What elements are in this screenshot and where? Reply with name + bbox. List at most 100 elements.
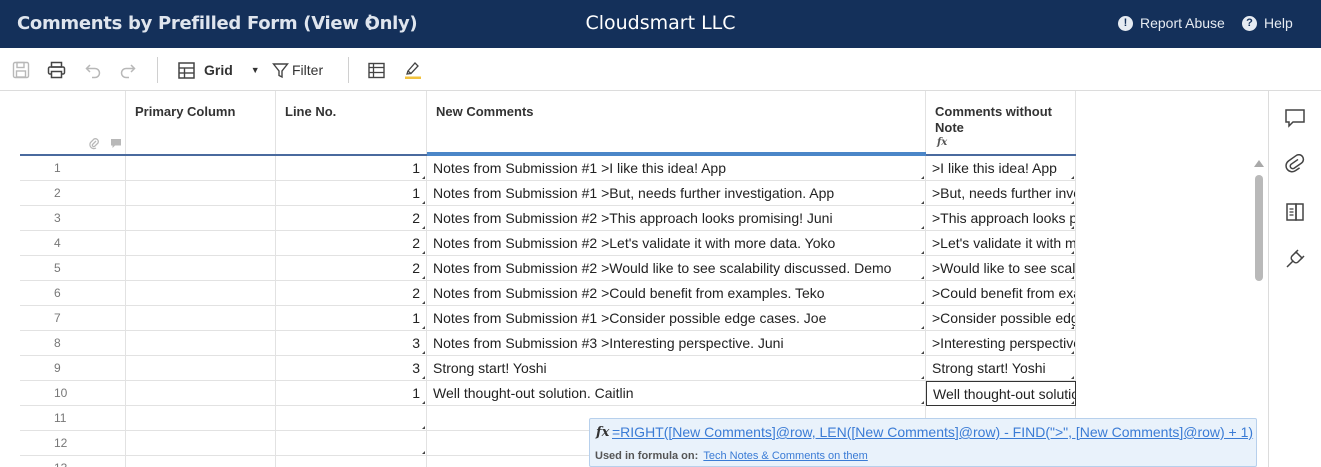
filter-button[interactable]: Filter: [272, 60, 323, 80]
cell-line-no[interactable]: 2: [276, 256, 427, 281]
cell-comments-without-note-text: >I like this idea! App: [932, 160, 1057, 176]
cell-comments-without-note[interactable]: >Consider possible edge cases. Joe: [926, 306, 1076, 331]
cell-comments-without-note[interactable]: Strong start! Yoshi: [926, 356, 1076, 381]
cell-new-comments[interactable]: Strong start! Yoshi: [427, 356, 926, 381]
cell-new-comments[interactable]: Notes from Submission #1 >I like this id…: [427, 156, 926, 181]
cell-primary[interactable]: [126, 381, 276, 406]
table-row[interactable]: 7 1 Notes from Submission #1 >Consider pos…: [0, 306, 1076, 331]
cell-line-no[interactable]: 2: [276, 231, 427, 256]
highlight-changes-button[interactable]: [404, 60, 422, 80]
report-abuse-link[interactable]: ! Report Abuse: [1118, 15, 1225, 31]
table-row[interactable]: 6 2 Notes from Submission #2 >Could benefi…: [0, 281, 1076, 306]
cell-new-comments[interactable]: Notes from Submission #2 >Could benefit …: [427, 281, 926, 306]
redo-button[interactable]: [119, 60, 137, 80]
save-button[interactable]: [12, 60, 30, 80]
cell-new-comments-text: Well thought-out solution. Caitlin: [433, 385, 634, 401]
row-number: 11: [20, 406, 126, 431]
table-row[interactable]: 2 1 Notes from Submission #1 >But, needs f…: [0, 181, 1076, 206]
cell-line-no[interactable]: 3: [276, 331, 427, 356]
cell-line-no[interactable]: 1: [276, 306, 427, 331]
cell-primary[interactable]: [126, 181, 276, 206]
cell-comments-without-note[interactable]: >Would like to see scalability discussed…: [926, 256, 1076, 281]
cell-primary[interactable]: [126, 231, 276, 256]
used-in-sheet-link[interactable]: Tech Notes & Comments on them: [703, 450, 867, 462]
cell-primary[interactable]: [126, 306, 276, 331]
cell-comments-without-note[interactable]: Well thought-out solution. Caitlin: [926, 381, 1076, 406]
help-link[interactable]: ? Help: [1242, 15, 1293, 31]
cell-comments-without-note[interactable]: >I like this idea! App: [926, 156, 1076, 181]
table-format-button[interactable]: [368, 60, 385, 80]
cell-comments-without-note[interactable]: >Interesting perspective. Juni: [926, 331, 1076, 356]
cell-primary[interactable]: [126, 256, 276, 281]
scroll-up-arrow-icon[interactable]: [1254, 160, 1264, 167]
cell-line-no[interactable]: 1: [276, 156, 427, 181]
cell-new-comments-text: Notes from Submission #2 >Would like to …: [433, 260, 892, 276]
cell-line-no[interactable]: 1: [276, 181, 427, 206]
cell-line-no[interactable]: 1: [276, 381, 427, 406]
view-switcher[interactable]: Grid ▼: [178, 60, 260, 80]
cell-new-comments[interactable]: Notes from Submission #2 >Let's validate…: [427, 231, 926, 256]
table-row[interactable]: 1 1 Notes from Submission #1 >I like this …: [0, 156, 1076, 181]
cell-new-comments[interactable]: Notes from Submission #1 >But, needs fur…: [427, 181, 926, 206]
cell-new-comments-text: Notes from Submission #2 >Let's validate…: [433, 235, 836, 251]
column-header-comments-without-note[interactable]: Comments without Note fx: [926, 91, 1076, 154]
table-row[interactable]: 8 3 Notes from Submission #3 >Interesting …: [0, 331, 1076, 356]
cell-primary[interactable]: [126, 281, 276, 306]
conversations-button[interactable]: [1284, 107, 1306, 129]
filter-icon: [272, 62, 289, 78]
cell-primary[interactable]: [126, 156, 276, 181]
cell-primary[interactable]: [126, 431, 276, 456]
cell-primary[interactable]: [126, 206, 276, 231]
cell-primary[interactable]: [126, 406, 276, 431]
top-bar: Comments by Prefilled Form (View Only) ⋮…: [0, 0, 1321, 48]
formula-text-link[interactable]: =RIGHT([New Comments]@row, LEN([New Comm…: [612, 424, 1253, 440]
cell-comments-without-note[interactable]: >But, needs further investigation. App: [926, 181, 1076, 206]
link-attachment-icon: [1285, 153, 1305, 173]
undo-button[interactable]: [84, 60, 102, 80]
table-row[interactable]: 4 2 Notes from Submission #2 >Let's valida…: [0, 231, 1076, 256]
table-icon: [368, 62, 385, 78]
cell-line-no[interactable]: 2: [276, 281, 427, 306]
print-button[interactable]: [47, 60, 66, 80]
vertical-scrollbar[interactable]: [1254, 160, 1264, 460]
sheet-menu-icon[interactable]: ⋮: [361, 12, 379, 33]
cell-new-comments[interactable]: Well thought-out solution. Caitlin: [427, 381, 926, 406]
table-row[interactable]: 10 1 Well thought-out solution. Caitlin Wel…: [0, 381, 1076, 406]
cell-marker-icon: [1071, 326, 1074, 329]
summary-button[interactable]: [1284, 201, 1306, 223]
connections-button[interactable]: [1284, 248, 1306, 270]
sheet-title[interactable]: Comments by Prefilled Form (View Only): [17, 13, 418, 34]
table-row[interactable]: 3 2 Notes from Submission #2 >This approac…: [0, 206, 1076, 231]
cell-marker-icon: [422, 176, 425, 179]
cell-primary[interactable]: [126, 456, 276, 467]
table-row[interactable]: 9 3 Strong start! Yoshi Strong start! Yoshi: [0, 356, 1076, 381]
column-header-primary[interactable]: Primary Column: [126, 91, 276, 154]
cell-line-no-text: 1: [412, 310, 420, 326]
cell-new-comments[interactable]: Notes from Submission #1 >Consider possi…: [427, 306, 926, 331]
cell-comments-without-note[interactable]: >Could benefit from examples. Teko: [926, 281, 1076, 306]
cell-comments-without-note[interactable]: >Let's validate it with more data. Yoko: [926, 231, 1076, 256]
cell-primary[interactable]: [126, 331, 276, 356]
cell-marker-icon: [1071, 351, 1074, 354]
cell-line-no[interactable]: [276, 406, 427, 431]
cell-line-no[interactable]: 3: [276, 356, 427, 381]
column-header-new-comments[interactable]: New Comments: [427, 91, 926, 154]
row-number: 4: [20, 231, 126, 256]
cell-new-comments[interactable]: Notes from Submission #2 >Would like to …: [427, 256, 926, 281]
cell-line-no[interactable]: [276, 431, 427, 456]
cell-new-comments[interactable]: Notes from Submission #3 >Interesting pe…: [427, 331, 926, 356]
attachments-button[interactable]: [1284, 153, 1306, 176]
scrollbar-thumb[interactable]: [1255, 175, 1263, 281]
cell-line-no[interactable]: [276, 456, 427, 467]
cell-new-comments-text: Notes from Submission #1 >I like this id…: [433, 160, 726, 176]
cell-new-comments[interactable]: Notes from Submission #2 >This approach …: [427, 206, 926, 231]
cell-primary[interactable]: [126, 356, 276, 381]
cell-comments-without-note-text: >Would like to see scalability discussed…: [932, 260, 1076, 276]
cell-comments-without-note-text: >But, needs further investigation. App: [932, 185, 1075, 201]
row-number-text: 4: [54, 236, 61, 250]
table-row[interactable]: 5 2 Notes from Submission #2 >Would like t…: [0, 256, 1076, 281]
cell-line-no[interactable]: 2: [276, 206, 427, 231]
column-header-line-no[interactable]: Line No.: [276, 91, 427, 154]
cell-comments-without-note-text: Well thought-out solution. Caitlin: [933, 386, 1075, 402]
cell-comments-without-note[interactable]: >This approach looks promising! Juni: [926, 206, 1076, 231]
